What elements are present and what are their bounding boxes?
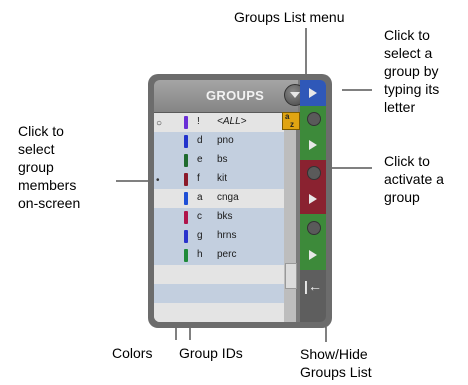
empty-row — [154, 303, 284, 322]
callout-line: group by — [384, 63, 439, 79]
group-name: kit — [217, 173, 227, 184]
chevron-circle-icon[interactable] — [307, 221, 321, 235]
group-color-swatch — [184, 135, 188, 148]
sort-letter: z — [290, 120, 294, 129]
scroll-thumb[interactable] — [285, 263, 297, 289]
strip-segment[interactable] — [300, 130, 326, 161]
chevron-circle-icon[interactable] — [307, 166, 321, 180]
callout-line: Show/Hide — [300, 346, 368, 362]
select-members-callout: Click to select group members on-screen — [18, 122, 80, 212]
group-name: <ALL> — [217, 116, 247, 127]
group-name: bks — [217, 211, 233, 222]
group-row[interactable]: • f kit — [154, 170, 284, 189]
group-id: c — [197, 211, 202, 222]
group-row[interactable]: h perc — [154, 246, 284, 265]
callout-line: letter — [384, 99, 416, 115]
callout-line: typing its — [384, 81, 440, 97]
group-id: e — [197, 154, 203, 165]
group-id: a — [197, 192, 203, 203]
group-row[interactable]: e bs — [154, 151, 284, 170]
show-hide-callout: Show/Hide Groups List — [300, 345, 372, 381]
chevron-circle-icon[interactable] — [307, 112, 321, 126]
strip-segment[interactable] — [300, 184, 326, 215]
group-name: cnga — [217, 192, 239, 203]
select-members-dot[interactable]: ○ — [156, 118, 162, 129]
group-name: bs — [217, 154, 228, 165]
strip-segment[interactable] — [300, 106, 326, 131]
group-row[interactable]: ○! <ALL> — [154, 113, 284, 132]
strip-segment[interactable] — [300, 160, 326, 185]
group-row[interactable]: d pno — [154, 132, 284, 151]
groups-list: ○! <ALL> d pno e bs • f kit a cnga c bks g hrns h perc — [154, 113, 296, 322]
play-arrow-icon[interactable] — [309, 194, 317, 204]
group-ids-callout: Group IDs — [179, 345, 243, 361]
groups-title: GROUPS — [206, 88, 265, 103]
group-row[interactable]: c bks — [154, 208, 284, 227]
sort-az-icon[interactable]: a z — [282, 112, 300, 130]
select-by-letter-callout: Click to select a group by typing its le… — [384, 26, 439, 116]
empty-row — [154, 265, 284, 284]
select-members-dot[interactable]: • — [156, 175, 160, 186]
group-name: perc — [217, 249, 237, 260]
show-hide-groups-icon[interactable]: |← — [300, 278, 326, 294]
group-color-swatch — [184, 249, 188, 262]
empty-row — [154, 284, 284, 303]
callout-line: on-screen — [18, 195, 81, 211]
strip-segment[interactable] — [300, 214, 326, 241]
group-color-swatch — [184, 154, 188, 167]
activate-group-callout: Click to activate a group — [384, 152, 444, 206]
groups-scrollbar[interactable] — [284, 113, 297, 322]
play-arrow-icon[interactable] — [309, 250, 317, 260]
group-name: pno — [217, 135, 234, 146]
groups-header: GROUPS — [154, 80, 298, 113]
group-color-swatch — [184, 173, 188, 186]
play-arrow-icon[interactable] — [309, 140, 317, 150]
callout-line: members — [18, 177, 77, 193]
group-id: d — [197, 135, 203, 146]
strip-segment[interactable] — [300, 240, 326, 271]
side-strip: |← — [300, 80, 326, 322]
strip-segment[interactable] — [300, 80, 326, 107]
group-id: f — [197, 173, 200, 184]
callout-line: Groups List — [300, 364, 372, 380]
groups-panel: GROUPS ○! <ALL> d pno e bs • f kit a cnga c bks g hrns… — [148, 74, 332, 328]
play-arrow-icon[interactable] — [309, 88, 317, 98]
group-id: g — [197, 230, 203, 241]
callout-line: group — [18, 159, 54, 175]
callout-line: group — [384, 189, 420, 205]
group-color-swatch — [184, 116, 188, 129]
callout-line: activate a — [384, 171, 444, 187]
callout-line: Click to — [384, 153, 430, 169]
group-id: ! — [197, 116, 200, 127]
group-name: hrns — [217, 230, 237, 241]
group-color-swatch — [184, 230, 188, 243]
callout-line: Click to — [384, 27, 430, 43]
groups-list-menu-callout: Groups List menu — [234, 9, 345, 25]
callout-line: Click to — [18, 123, 64, 139]
groups-panel-inner: GROUPS ○! <ALL> d pno e bs • f kit a cnga c bks g hrns… — [154, 80, 326, 322]
group-id: h — [197, 249, 203, 260]
group-row[interactable]: g hrns — [154, 227, 284, 246]
strip-segment[interactable]: |← — [300, 270, 326, 322]
colors-callout: Colors — [112, 345, 153, 361]
group-row[interactable]: a cnga — [154, 189, 284, 208]
group-color-swatch — [184, 192, 188, 205]
group-color-swatch — [184, 211, 188, 224]
callout-line: select a — [384, 45, 433, 61]
callout-line: select — [18, 141, 55, 157]
